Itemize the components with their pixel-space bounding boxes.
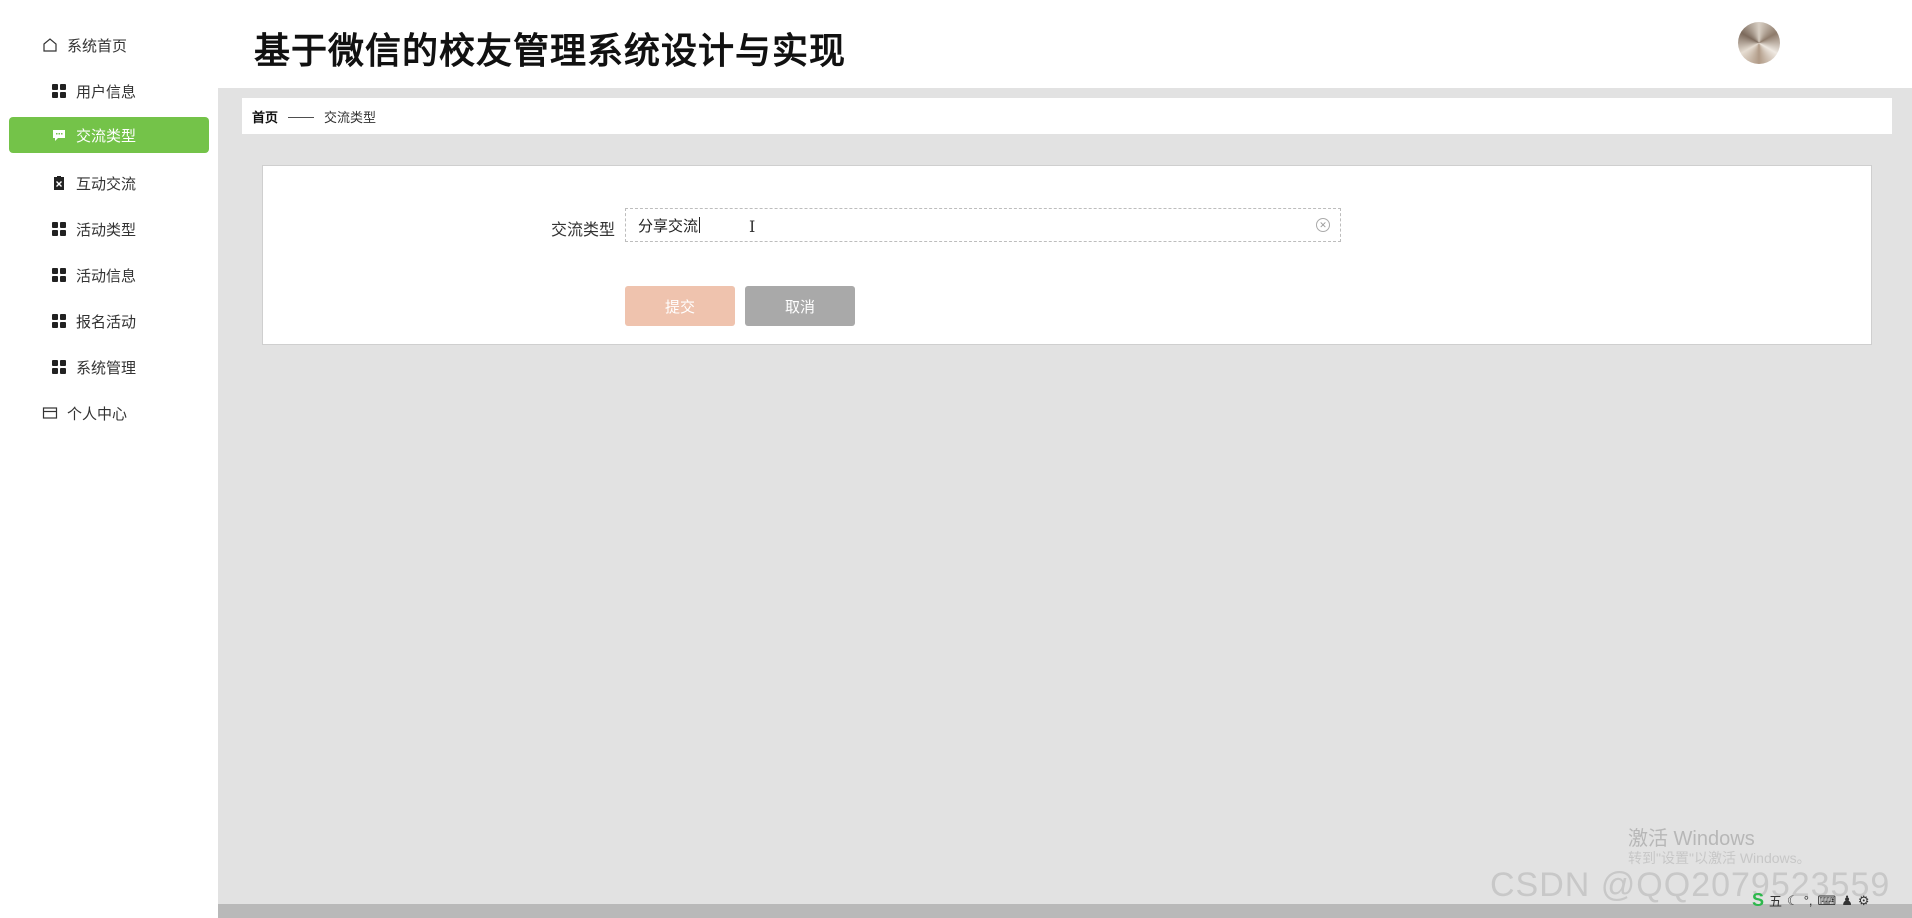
text-caret <box>699 217 701 233</box>
grid-icon <box>50 82 68 100</box>
exchange-type-input[interactable]: 分享交流 ✕ <box>625 208 1341 242</box>
grid-icon <box>50 312 68 330</box>
sidebar-item-label: 系统管理 <box>76 359 137 377</box>
system-tray: S 五 ☾ °, ⌨ ♟ ⚙ <box>1752 890 1870 911</box>
sidebar-item-home[interactable]: 系统首页 <box>9 27 209 63</box>
grid-icon <box>50 266 68 284</box>
main-content: 首页 —— 交流类型 交流类型 分享交流 ✕ I 提交 取消 <box>218 88 1912 906</box>
exchange-type-label: 交流类型 <box>551 222 616 239</box>
settings-icon[interactable]: ⚙ <box>1858 893 1870 909</box>
clipboard-icon <box>50 174 68 192</box>
ime-logo-icon[interactable]: S <box>1752 890 1764 911</box>
chat-icon <box>50 126 68 144</box>
grid-icon <box>50 220 68 238</box>
cancel-button[interactable]: 取消 <box>745 286 855 326</box>
sidebar-item-interaction[interactable]: 互动交流 <box>9 165 209 201</box>
header: 基于微信的校友管理系统设计与实现 <box>218 0 1912 88</box>
sidebar-item-activity-info[interactable]: 活动信息 <box>9 257 209 293</box>
sidebar-item-label: 互动交流 <box>76 175 137 193</box>
sidebar-item-system-admin[interactable]: 系统管理 <box>9 349 209 385</box>
avatar[interactable] <box>1738 22 1780 64</box>
clear-icon[interactable]: ✕ <box>1316 218 1330 232</box>
exchange-type-value: 分享交流 <box>638 217 699 235</box>
breadcrumb: 首页 —— 交流类型 <box>242 98 1892 134</box>
sidebar-item-activity-type[interactable]: 活动类型 <box>9 211 209 247</box>
sidebar-item-label: 活动信息 <box>76 267 137 285</box>
windows-activation-hint: 转到"设置"以激活 Windows。 <box>1628 850 1811 866</box>
sidebar-item-signup[interactable]: 报名活动 <box>9 303 209 339</box>
breadcrumb-separator: —— <box>288 108 315 124</box>
horizontal-scrollbar[interactable] <box>218 904 1912 918</box>
submit-button[interactable]: 提交 <box>625 286 735 326</box>
sidebar-item-user-info[interactable]: 用户信息 <box>9 73 209 109</box>
sidebar: 系统首页 用户信息 交流类型 互动交流 活动类型 活动信息 报名活动 系统管理 <box>0 0 218 918</box>
sidebar-item-label: 系统首页 <box>67 37 128 55</box>
sidebar-item-exchange-type[interactable]: 交流类型 <box>9 117 209 153</box>
form-card: 交流类型 分享交流 ✕ I 提交 取消 <box>262 165 1872 345</box>
breadcrumb-current: 交流类型 <box>324 109 377 125</box>
windows-activation-title: 激活 Windows <box>1628 828 1755 850</box>
sidebar-item-label: 报名活动 <box>76 313 137 331</box>
card-icon <box>41 404 59 422</box>
sidebar-item-label: 个人中心 <box>67 405 128 423</box>
moon-icon[interactable]: ☾ <box>1787 893 1799 909</box>
page-title: 基于微信的校友管理系统设计与实现 <box>254 31 847 72</box>
breadcrumb-home[interactable]: 首页 <box>252 107 278 126</box>
grid-icon <box>50 358 68 376</box>
user-icon[interactable]: ♟ <box>1841 893 1853 909</box>
ime-mode[interactable]: 五 <box>1769 891 1782 910</box>
sidebar-item-label: 活动类型 <box>76 221 137 239</box>
home-icon <box>41 36 59 54</box>
sidebar-item-label: 用户信息 <box>76 83 137 101</box>
ibeam-cursor-icon: I <box>749 217 756 236</box>
sidebar-item-label: 交流类型 <box>76 127 137 145</box>
punctuation-icon[interactable]: °, <box>1804 893 1813 908</box>
sidebar-item-personal[interactable]: 个人中心 <box>9 395 209 431</box>
keyboard-icon[interactable]: ⌨ <box>1818 893 1837 909</box>
